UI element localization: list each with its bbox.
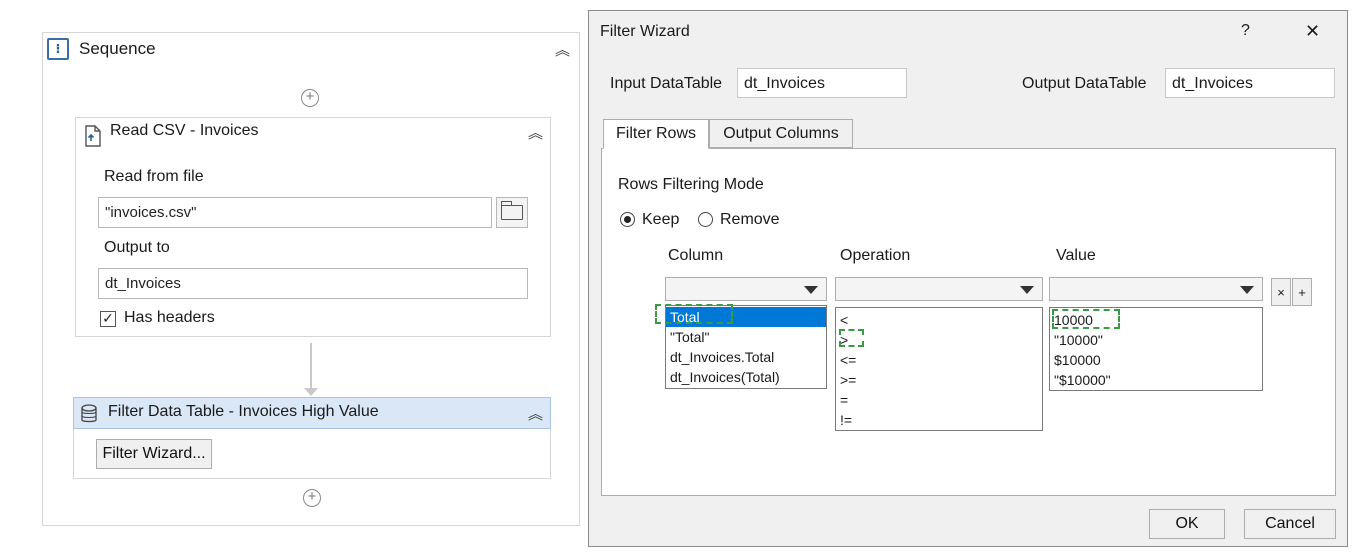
list-item[interactable]: >: [836, 330, 1042, 350]
list-item[interactable]: "10000": [1050, 330, 1262, 350]
dropdown-button[interactable]: [1012, 278, 1042, 300]
list-item[interactable]: <: [836, 310, 1042, 330]
dialog-title: Filter Wizard: [600, 23, 690, 40]
read-csv-title: Read CSV - Invoices: [110, 122, 259, 139]
output-to-input[interactable]: dt_Invoices: [98, 268, 528, 299]
tab-filter-rows[interactable]: Filter Rows: [603, 119, 709, 149]
sequence-title: Sequence: [79, 39, 156, 58]
operation-header: Operation: [840, 247, 911, 264]
datatable-icon: [80, 404, 98, 424]
highlight-box: [839, 329, 864, 347]
close-icon[interactable]: ✕: [1305, 21, 1320, 42]
list-item[interactable]: dt_Invoices.Total: [666, 347, 826, 367]
filter-datatable-title: Filter Data Table - Invoices High Value: [108, 403, 379, 420]
dropdown-button[interactable]: [796, 278, 826, 300]
list-item[interactable]: $10000: [1050, 350, 1262, 370]
column-header: Column: [668, 247, 724, 264]
output-datatable-label: Output DataTable: [1022, 75, 1147, 92]
help-icon[interactable]: ?: [1241, 22, 1250, 40]
value-header: Value: [1056, 247, 1096, 264]
tab-output-columns[interactable]: Output Columns: [709, 119, 853, 148]
output-datatable-field[interactable]: dt_Invoices: [1165, 68, 1335, 98]
list-item[interactable]: >=: [836, 370, 1042, 390]
column-combobox[interactable]: [665, 277, 827, 301]
keep-radio[interactable]: [620, 212, 635, 227]
folder-icon: [500, 201, 523, 220]
list-item[interactable]: "Total": [666, 327, 826, 347]
dropdown-arrow-icon: [1020, 286, 1034, 294]
browse-file-button[interactable]: [496, 197, 528, 228]
dropdown-arrow-icon: [804, 286, 818, 294]
highlight-box: [1052, 309, 1120, 329]
read-csv-activity[interactable]: Read CSV - Invoices ︽ Read from file "in…: [75, 117, 551, 337]
output-to-label: Output to: [104, 239, 170, 256]
checkmark-icon: ✓: [102, 310, 114, 326]
ok-button[interactable]: OK: [1149, 509, 1225, 539]
collapse-chevron-icon[interactable]: ︽: [555, 39, 570, 60]
read-csv-icon: [82, 124, 104, 148]
dropdown-arrow-icon: [1240, 286, 1254, 294]
add-activity-icon[interactable]: +: [303, 489, 321, 507]
input-datatable-field[interactable]: dt_Invoices: [737, 68, 907, 98]
flow-arrow-icon: [304, 388, 318, 396]
rows-filtering-mode-label: Rows Filtering Mode: [618, 176, 764, 193]
filter-wizard-dialog: Filter Wizard ? ✕ Input DataTable dt_Inv…: [588, 10, 1348, 547]
list-item[interactable]: =: [836, 390, 1042, 410]
collapse-chevron-icon[interactable]: ︽: [528, 403, 543, 424]
list-item[interactable]: dt_Invoices(Total): [666, 367, 826, 387]
sequence-icon: ⁝: [47, 38, 69, 60]
cancel-button[interactable]: Cancel: [1244, 509, 1336, 539]
read-from-file-input[interactable]: "invoices.csv": [98, 197, 492, 228]
collapse-chevron-icon[interactable]: ︽: [528, 122, 543, 143]
read-from-file-label: Read from file: [104, 168, 204, 185]
filter-wizard-button[interactable]: Filter Wizard...: [96, 439, 212, 469]
add-row-button[interactable]: +: [1292, 278, 1312, 306]
has-headers-label: Has headers: [124, 309, 215, 326]
value-combobox[interactable]: [1049, 277, 1263, 301]
highlight-box: [655, 304, 733, 324]
list-item[interactable]: <=: [836, 350, 1042, 370]
operation-combobox[interactable]: [835, 277, 1043, 301]
dropdown-button[interactable]: [1232, 278, 1262, 300]
list-item[interactable]: "$10000": [1050, 370, 1262, 390]
add-activity-icon[interactable]: +: [301, 89, 319, 107]
radio-icon: [624, 216, 631, 223]
operation-listbox[interactable]: < > <= >= = !=: [835, 307, 1043, 431]
input-datatable-label: Input DataTable: [610, 75, 723, 92]
remove-radio[interactable]: [698, 212, 713, 227]
list-item[interactable]: !=: [836, 410, 1042, 430]
remove-row-button[interactable]: ×: [1271, 278, 1291, 306]
filter-datatable-body: Filter Wizard...: [73, 429, 551, 479]
sequence-container: ⁝ Sequence ︽ + Read CSV - Invoices ︽ Rea…: [42, 32, 580, 526]
flow-connector: [310, 343, 312, 393]
keep-label: Keep: [642, 211, 680, 228]
has-headers-checkbox[interactable]: ✓: [100, 311, 116, 327]
remove-label: Remove: [720, 211, 780, 228]
filter-datatable-header[interactable]: Filter Data Table - Invoices High Value …: [73, 397, 551, 429]
